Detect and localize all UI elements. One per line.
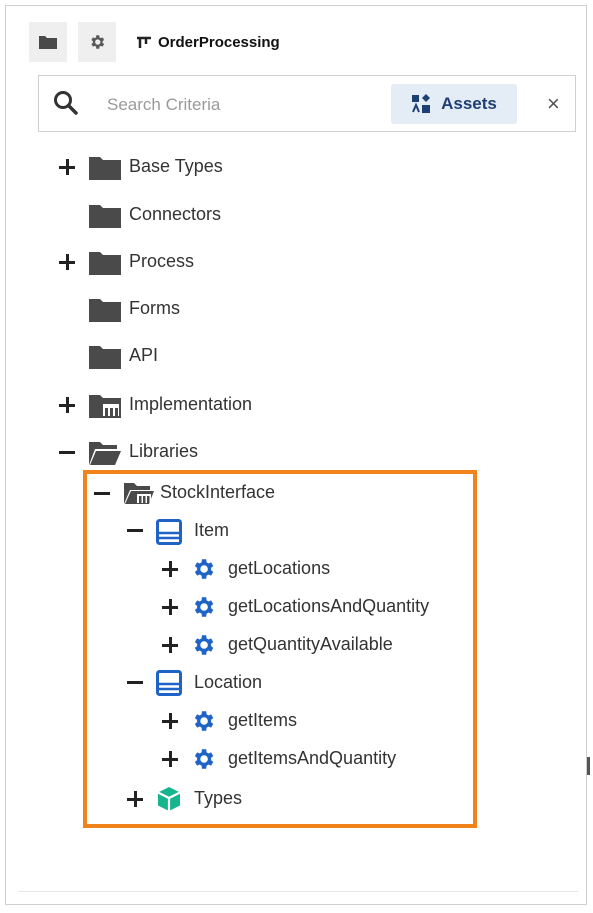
expand-icon[interactable] [56, 394, 78, 416]
tree-item-label: Connectors [129, 204, 222, 224]
project-title: OrderProcessing [136, 34, 280, 51]
hierarchy-icon [137, 36, 151, 48]
search-icon[interactable] [53, 90, 79, 116]
assets-label: Assets [441, 94, 497, 113]
expand-icon[interactable] [56, 251, 78, 273]
settings-tab-button[interactable] [78, 22, 116, 62]
tree-item-label: API [129, 345, 159, 365]
folder-tab-button[interactable] [29, 22, 67, 62]
folder-icon [89, 299, 121, 322]
open-folder-icon [89, 442, 121, 465]
tree-item-label: Implementation [129, 394, 253, 414]
tree-item-label: Libraries [129, 441, 199, 461]
folder-icon [39, 36, 57, 49]
toolbar: OrderProcessing [24, 22, 584, 64]
tree-item-label: Process [129, 251, 195, 271]
project-label: OrderProcessing [158, 34, 280, 51]
library-folder-icon [89, 395, 121, 418]
expand-icon[interactable] [56, 156, 78, 178]
tree-item-label: Base Types [129, 156, 223, 176]
collapse-icon[interactable] [56, 441, 78, 463]
assets-filter-button[interactable]: Assets [391, 84, 517, 124]
folder-icon [89, 252, 121, 275]
tree-item-label: Forms [129, 298, 180, 318]
search-bar: Assets × [38, 75, 576, 132]
folder-icon [89, 346, 121, 369]
scrollbar-thumb[interactable] [587, 757, 590, 775]
folder-icon [89, 157, 121, 180]
divider [18, 891, 578, 892]
gear-icon [91, 35, 105, 49]
assets-icon [412, 94, 431, 113]
search-input[interactable] [105, 90, 379, 120]
highlight-box [83, 470, 477, 828]
folder-icon [89, 205, 121, 228]
close-button[interactable]: × [547, 90, 560, 118]
